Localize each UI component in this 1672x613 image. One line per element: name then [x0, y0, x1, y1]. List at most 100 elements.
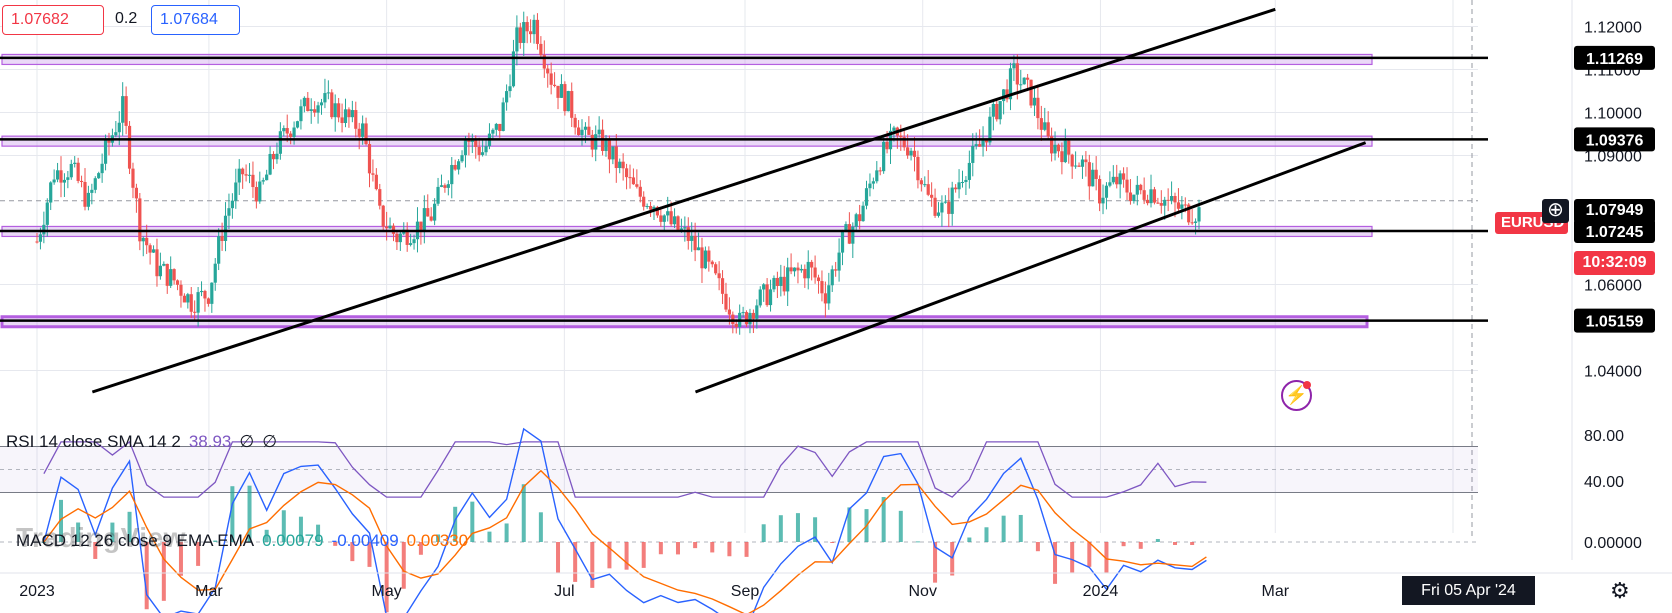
candle-body	[309, 109, 313, 112]
candle-body	[858, 214, 862, 222]
candle-body	[217, 236, 221, 264]
candle-body	[611, 146, 615, 160]
candle-body	[799, 268, 803, 271]
candle-body	[316, 105, 320, 113]
candle-body	[583, 126, 588, 130]
candle-body	[933, 197, 937, 216]
candle-body	[923, 184, 927, 186]
candle-body	[367, 144, 372, 174]
macd-tick-label: 0.00000	[1584, 535, 1642, 552]
countdown-tag: 10:32:09	[1574, 251, 1655, 275]
candle-body	[775, 277, 779, 286]
candle-body	[810, 261, 814, 268]
candle-body	[169, 269, 173, 286]
candle-body	[882, 141, 886, 172]
candle-body	[241, 168, 245, 175]
candle-body	[199, 290, 204, 293]
candle-body	[302, 97, 306, 107]
candle-body	[333, 103, 337, 118]
rsi-extra1: ∅	[239, 432, 255, 451]
candle-body	[38, 234, 43, 242]
candle-body	[175, 280, 180, 285]
candle-body	[467, 140, 471, 142]
macd-hist-bar	[675, 542, 680, 555]
buy-price-box[interactable]: 1.07684	[151, 5, 240, 35]
candle-body	[717, 273, 721, 279]
macd-hist-bar	[658, 542, 663, 555]
candle-body	[936, 212, 941, 216]
price-tag-label: 1.09376	[1586, 132, 1644, 149]
candle-body	[912, 150, 917, 157]
macd-hist-bar	[693, 542, 698, 549]
candle-body	[73, 162, 77, 164]
candle-body	[950, 187, 954, 214]
candle-body	[648, 206, 653, 210]
candle-body	[385, 226, 389, 229]
candle-body	[539, 43, 543, 56]
macd-hist-bar	[761, 524, 766, 542]
price-tag-label: 1.05159	[1586, 314, 1644, 331]
candle-body	[289, 133, 293, 137]
candle-body	[220, 236, 224, 241]
macd-legend[interactable]: MACD 12 26 close 9 EMA EMA 0.00079 -0.0040…	[16, 531, 468, 551]
candle-body	[1139, 184, 1143, 191]
candle-body	[1118, 173, 1122, 185]
candle-body	[628, 177, 632, 179]
candle-body	[906, 147, 910, 156]
candle-body	[618, 161, 622, 169]
candle-body	[1169, 196, 1174, 201]
rsi-legend[interactable]: RSI 14 close SMA 14 2 38.93 ∅ ∅	[6, 432, 277, 452]
price-tag-label: 1.07245	[1586, 224, 1644, 241]
add-alert-icon[interactable]: ⊕	[1542, 199, 1569, 223]
candle-body	[707, 250, 711, 262]
candle-body	[450, 164, 454, 185]
candle-body	[696, 247, 701, 251]
candle-body	[429, 216, 433, 221]
candle-body	[1149, 189, 1153, 204]
candle-body	[343, 109, 348, 124]
candle-body	[1080, 159, 1085, 167]
candle-body	[261, 180, 265, 182]
sell-price-box[interactable]: 1.07682	[2, 5, 104, 35]
candle-body	[967, 162, 971, 180]
candle-body	[1197, 207, 1201, 222]
candle-body	[443, 185, 447, 188]
candle-body	[786, 267, 790, 292]
candle-body	[282, 128, 286, 132]
candle-body	[501, 102, 505, 131]
date-tooltip: Fri 05 Apr '24	[1402, 576, 1535, 605]
candle-body	[69, 163, 73, 178]
candle-body	[861, 205, 865, 222]
candle-body	[371, 173, 375, 175]
trendline	[91, 7, 1276, 394]
candle-body	[83, 182, 87, 207]
candle-body	[1097, 179, 1102, 204]
candle-body	[1022, 77, 1026, 85]
candle-body	[528, 31, 533, 35]
candle-body	[830, 269, 834, 286]
candle-body	[803, 268, 807, 279]
macd-hist-bar	[487, 531, 492, 542]
crosshair-price-tag: 1.07949	[1574, 199, 1655, 223]
candle-body	[782, 276, 786, 292]
candle-body	[213, 263, 217, 283]
macd-hist-bar	[727, 542, 732, 557]
candle-body	[193, 311, 197, 313]
candle-body	[182, 295, 186, 303]
candle-body	[457, 161, 461, 170]
candle-body	[813, 267, 817, 278]
time-tick-label: Jul	[554, 583, 574, 600]
candle-body	[436, 186, 440, 204]
candle-body	[686, 227, 690, 241]
candle-body	[66, 177, 70, 180]
macd-hist-bar	[556, 542, 561, 574]
gear-icon[interactable]: ⚙	[1610, 578, 1630, 604]
candle-body	[162, 263, 166, 266]
candle-body	[1053, 144, 1057, 154]
chart-canvas[interactable]: 1.120001.110001.100001.090001.060001.040…	[0, 0, 1672, 613]
candle-body	[155, 249, 159, 277]
time-tick-label: Mar	[195, 583, 223, 600]
candle-body	[559, 84, 564, 98]
candle-body	[755, 305, 759, 319]
candle-body	[271, 153, 276, 160]
